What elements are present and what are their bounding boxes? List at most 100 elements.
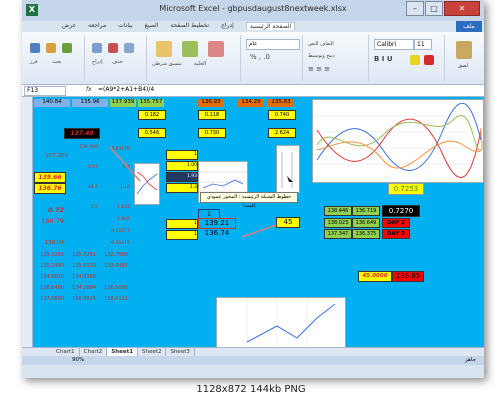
sheet-tab-sheet2[interactable]: Sheet2 — [138, 348, 167, 356]
table-row-1-c2[interactable]: 135.0251 — [68, 252, 96, 258]
small-yellow-5[interactable]: 1 — [166, 219, 198, 229]
maximize-button[interactable]: □ — [425, 1, 443, 16]
tab-home[interactable]: الصفحة الرئيسية — [245, 22, 296, 30]
mid-value-7[interactable]: -0.01415 — [102, 241, 130, 246]
tab-data[interactable]: بيانات — [118, 22, 132, 30]
formula-input[interactable]: =(A9*2+A1+B4)/4 — [98, 86, 154, 93]
top-cell-2[interactable]: 135.96 — [72, 99, 108, 107]
day2-value-2[interactable]: 136.649 — [352, 218, 380, 228]
font-name-select[interactable]: Calibri — [374, 39, 414, 50]
left-value-6[interactable]: 136.04 — [34, 240, 64, 246]
mid-value-3[interactable]: 1.10 — [102, 185, 130, 190]
format-cells-icon[interactable] — [124, 43, 134, 53]
sheet-tab-sheet1[interactable]: Sheet1 — [107, 348, 139, 356]
align-icons[interactable]: ≡ ≡ ≡ — [308, 65, 330, 73]
table-row-2-c3[interactable]: 132.3487 — [100, 263, 128, 269]
left-value-1[interactable]: 157.200 — [34, 153, 68, 159]
merge-center-button[interactable]: دمج وتوسيط — [308, 53, 335, 59]
small-yellow-4[interactable]: 1.3 — [166, 183, 198, 193]
green-value-cell[interactable]: 0.7253 — [388, 183, 424, 195]
table-row-3-c1[interactable]: 134.6020 — [36, 274, 64, 280]
table-row-4-c3[interactable]: 136.5090 — [100, 285, 128, 291]
table-row-5-c3[interactable]: 138.4111 — [100, 296, 128, 302]
small-yellow-6[interactable]: 1 — [166, 230, 198, 240]
ratio2-cell-1[interactable]: 0.546 — [138, 128, 166, 138]
table-row-4-c1[interactable]: 136.5490 — [36, 285, 64, 291]
table-row-5-c1[interactable]: 137.5890 — [36, 296, 64, 302]
wrap-text-button[interactable]: التفاف النص — [308, 41, 334, 47]
day3-value-2[interactable]: 136.375 — [352, 229, 380, 239]
name-box[interactable]: F13 — [24, 86, 66, 96]
ratio2-cell-3[interactable]: 2.624 — [268, 128, 296, 138]
top-cell-5[interactable]: 136.93 — [198, 99, 224, 107]
ratio2-cell-2[interactable]: 0.730 — [198, 128, 226, 138]
sum-icon[interactable] — [62, 43, 72, 53]
table-row-4-c2[interactable]: 134.2894 — [68, 285, 96, 291]
file-tab[interactable]: ملف — [456, 21, 482, 32]
day3-label[interactable]: DAY 3 — [382, 229, 410, 239]
right-small-chart[interactable] — [276, 145, 300, 193]
font-size-select[interactable]: 11 — [414, 39, 432, 50]
main-chart[interactable] — [312, 99, 484, 183]
mid-value-6[interactable]: 0.12277 — [102, 229, 130, 234]
left-value-2[interactable]: 139.66 — [34, 172, 66, 183]
tab-page-layout[interactable]: تخطيط الصفحة — [170, 22, 209, 30]
ratio-cell-1[interactable]: 0.182 — [138, 110, 166, 120]
sheet-tab-sheet3[interactable]: Sheet3 — [166, 348, 195, 356]
tab-formulas[interactable]: الصيغ — [145, 22, 159, 30]
table-row-3-c2[interactable]: 134.3166 — [68, 274, 96, 280]
mid-value-5[interactable]: 1.002 — [102, 217, 130, 222]
left2-value-2[interactable]: 0.07 — [70, 165, 98, 170]
find-icon[interactable] — [46, 43, 56, 53]
number-format-select[interactable]: عام — [246, 39, 300, 50]
left-value-3[interactable]: 136.76 — [34, 183, 66, 194]
table-row-1-c3[interactable]: 132.7985 — [100, 252, 128, 258]
sheet-tab-chart1[interactable]: Chart1 — [52, 348, 80, 356]
day3-value-1[interactable]: 137.347 — [324, 229, 352, 239]
tab-review[interactable]: مراجعة — [88, 22, 106, 30]
bold-italic-underline-buttons[interactable]: B I U — [374, 55, 393, 63]
value-45-cell[interactable]: 45 — [276, 217, 300, 228]
mid-value-c[interactable]: 136.74 — [202, 229, 232, 237]
right-top-1[interactable]: 138.446 — [324, 206, 352, 216]
left-value-4[interactable]: 0.72 — [34, 206, 64, 214]
table-row-1-c1[interactable]: 135.1265 — [36, 252, 64, 258]
left2-value-4[interactable]: 0.5 — [70, 205, 98, 210]
format-table-icon[interactable] — [182, 41, 198, 57]
mid-value-b[interactable]: 139.21 — [198, 218, 236, 229]
percent-icon[interactable]: % , .0 — [250, 53, 270, 61]
right-top-2[interactable]: 136.719 — [352, 206, 380, 216]
conditional-format-icon[interactable] — [156, 41, 172, 57]
top-cell-4[interactable]: 135.757 — [138, 99, 164, 107]
mid-value-4[interactable]: 1.032 — [102, 205, 130, 210]
top-cell-1[interactable]: 140.84 — [34, 99, 70, 107]
fill-color-icon[interactable] — [410, 55, 420, 65]
table-row-5-c2[interactable]: 136.3825 — [68, 296, 96, 302]
bottom-value-2[interactable]: 136.85 — [392, 271, 424, 282]
bottom-value-1[interactable]: 45.0000 — [358, 271, 392, 282]
zoom-level[interactable]: 90% — [72, 357, 84, 363]
ratio-cell-2[interactable]: 0.118 — [198, 110, 226, 120]
right-top-3[interactable]: 0.7270 — [382, 205, 420, 217]
fx-icon[interactable]: fx — [86, 86, 92, 93]
top-cell-3[interactable]: 137.939 — [110, 99, 136, 107]
delete-cells-icon[interactable] — [108, 43, 118, 53]
insert-cells-icon[interactable] — [92, 43, 102, 53]
worksheet[interactable]: 140.84 135.96 137.939 135.757 136.93 134… — [22, 97, 484, 347]
top-cell-7[interactable]: 135.63 — [268, 99, 294, 107]
day2-value-1[interactable]: 138.023 — [324, 218, 352, 228]
left-value-5[interactable]: 140.79 — [34, 217, 64, 225]
tab-insert[interactable]: إدراج — [221, 22, 234, 30]
sort-icon[interactable] — [30, 43, 40, 53]
left2-value-1[interactable]: 136.099 — [70, 145, 98, 150]
bottom-chart[interactable] — [216, 297, 346, 347]
ratio-cell-3[interactable]: 0.740 — [268, 110, 296, 120]
sheet-tab-chart2[interactable]: Chart2 — [80, 348, 108, 356]
day2-label[interactable]: DAY 2 — [382, 218, 410, 228]
tab-view[interactable]: عرض — [62, 22, 76, 30]
paste-icon[interactable] — [456, 41, 472, 59]
top-cell-6[interactable]: 134.29 — [238, 99, 264, 107]
table-row-2-c1[interactable]: 135.1495 — [36, 263, 64, 269]
small-yellow-2[interactable]: 1.00 — [166, 161, 198, 171]
minimize-button[interactable]: – — [406, 1, 424, 16]
